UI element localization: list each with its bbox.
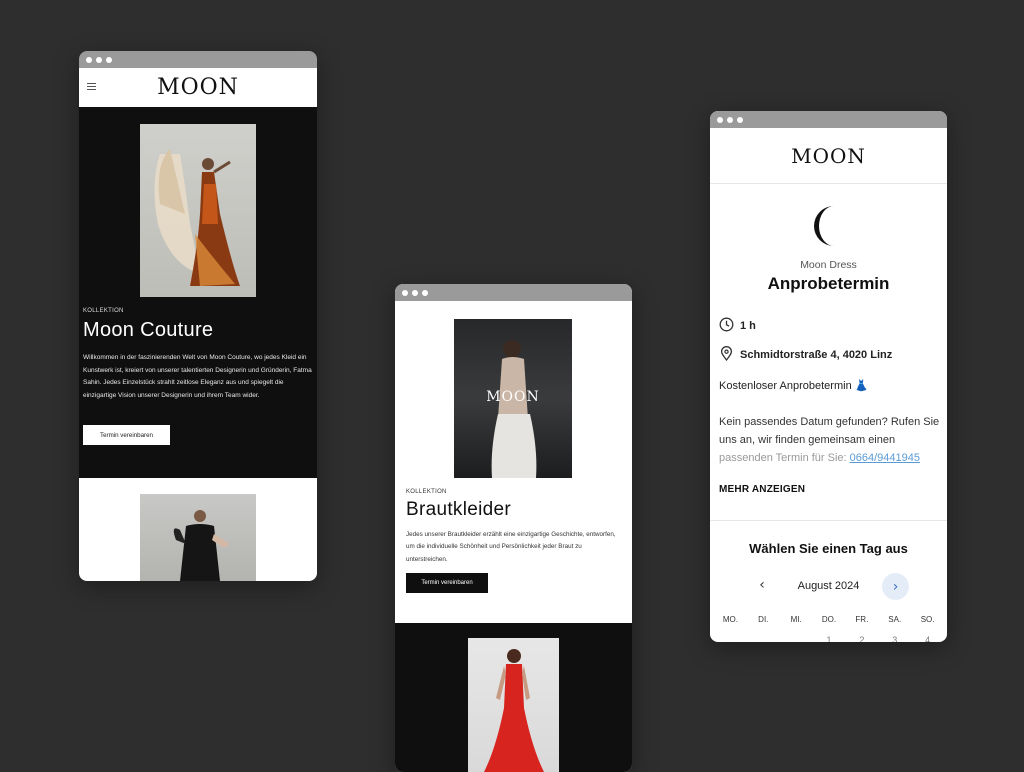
current-month: August 2024 <box>797 580 860 592</box>
calendar-day <box>780 635 813 642</box>
duration-row: 1 h <box>719 317 756 335</box>
couture-page-window: MOON KOLLEKTION Moon Couture Willkommen … <box>79 51 317 581</box>
page-title: Moon Couture <box>83 319 214 341</box>
intro-text: Willkommen in der faszinierenden Welt vo… <box>83 354 312 399</box>
page-title: Brautkleider <box>406 499 511 520</box>
moon-logo-icon <box>814 205 842 247</box>
section-label: KOLLEKTION <box>406 489 447 495</box>
black-dress-photo <box>140 494 256 581</box>
window-dot <box>96 56 102 63</box>
window-dot <box>737 116 743 123</box>
weekday-label: SO. <box>920 615 935 624</box>
window-titlebar <box>79 51 317 68</box>
booking-page-window: MOON Moon Dress Anprobetermin 1 h Schmid… <box>710 111 947 642</box>
event-title: Anprobetermin <box>767 274 890 293</box>
site-logo[interactable]: MOON <box>157 75 239 100</box>
window-dot <box>717 116 723 123</box>
intro-text: Jedes unserer Brautkleider erzählt eine … <box>406 531 616 563</box>
image-overlay-logo: MOON <box>486 389 540 405</box>
window-dot <box>412 289 418 296</box>
bridal-dress-photo: MOON <box>454 319 572 478</box>
next-section <box>395 623 632 772</box>
weekday-label: MO. <box>722 615 738 624</box>
window-dot <box>106 56 112 63</box>
address-text: Schmidtorstraße 4, 4020 Linz <box>740 349 893 361</box>
window-dot <box>86 56 92 63</box>
site-header: MOON <box>710 128 947 184</box>
weekday-header: MO. DI. MI. DO. FR. SA. SO. <box>714 615 944 624</box>
book-appointment-button[interactable]: Termin vereinbaren <box>83 425 170 445</box>
weekday-label: MI. <box>790 615 802 624</box>
desc-text: Kein passendes Datum gefunden? Rufen Sie… <box>719 416 940 446</box>
show-more-button[interactable]: MEHR ANZEIGEN <box>719 484 805 495</box>
calendar-title: Wählen Sie einen Tag aus <box>749 541 908 556</box>
free-appointment-note: Kostenloser Anprobetermin 👗 <box>719 379 868 392</box>
calendar-day[interactable]: 1 <box>813 635 846 642</box>
weekday-label: FR. <box>855 615 869 624</box>
site-logo[interactable]: MOON <box>791 144 866 168</box>
divider <box>710 520 947 521</box>
phone-link[interactable]: 0664/9441945 <box>850 452 920 464</box>
bridal-page-window: MOON KOLLEKTION Brautkleider Jedes unser… <box>395 284 632 772</box>
calendar-day <box>747 635 780 642</box>
calendar-day[interactable]: 3 <box>878 635 911 642</box>
section-label: KOLLEKTION <box>83 308 124 314</box>
duration-text: 1 h <box>740 320 756 332</box>
calendar-day[interactable]: 4 <box>911 635 944 642</box>
calendar-day <box>714 635 747 642</box>
window-titlebar <box>395 284 632 301</box>
book-appointment-button[interactable]: Termin vereinbaren <box>406 573 488 593</box>
site-header: MOON <box>79 68 317 107</box>
chevron-right-icon[interactable]: › <box>882 573 909 600</box>
weekday-label: DO. <box>821 615 837 624</box>
menu-icon[interactable] <box>87 83 96 92</box>
window-dot <box>402 289 408 296</box>
clock-icon <box>719 317 734 335</box>
window-dot <box>727 116 733 123</box>
calendar-day[interactable]: 2 <box>845 635 878 642</box>
location-pin-icon <box>719 346 734 364</box>
business-name: Moon Dress <box>800 259 857 271</box>
next-section <box>79 478 317 581</box>
weekday-label: DI. <box>758 615 769 624</box>
couture-dress-photo <box>140 124 256 297</box>
window-titlebar <box>710 111 947 128</box>
window-dot <box>422 289 428 296</box>
free-appointment-text: Kostenloser Anprobetermin <box>719 380 852 392</box>
calendar-first-week: 1 2 3 4 <box>714 635 944 642</box>
location-row: Schmidtorstraße 4, 4020 Linz <box>719 346 892 364</box>
desc-text-faded: passenden Termin für Sie: <box>719 452 847 464</box>
red-dress-photo <box>468 638 559 772</box>
dress-emoji-icon: 👗 <box>854 380 869 392</box>
call-us-text: Kein passendes Datum gefunden? Rufen Sie… <box>719 413 941 467</box>
weekday-label: SA. <box>888 615 902 624</box>
